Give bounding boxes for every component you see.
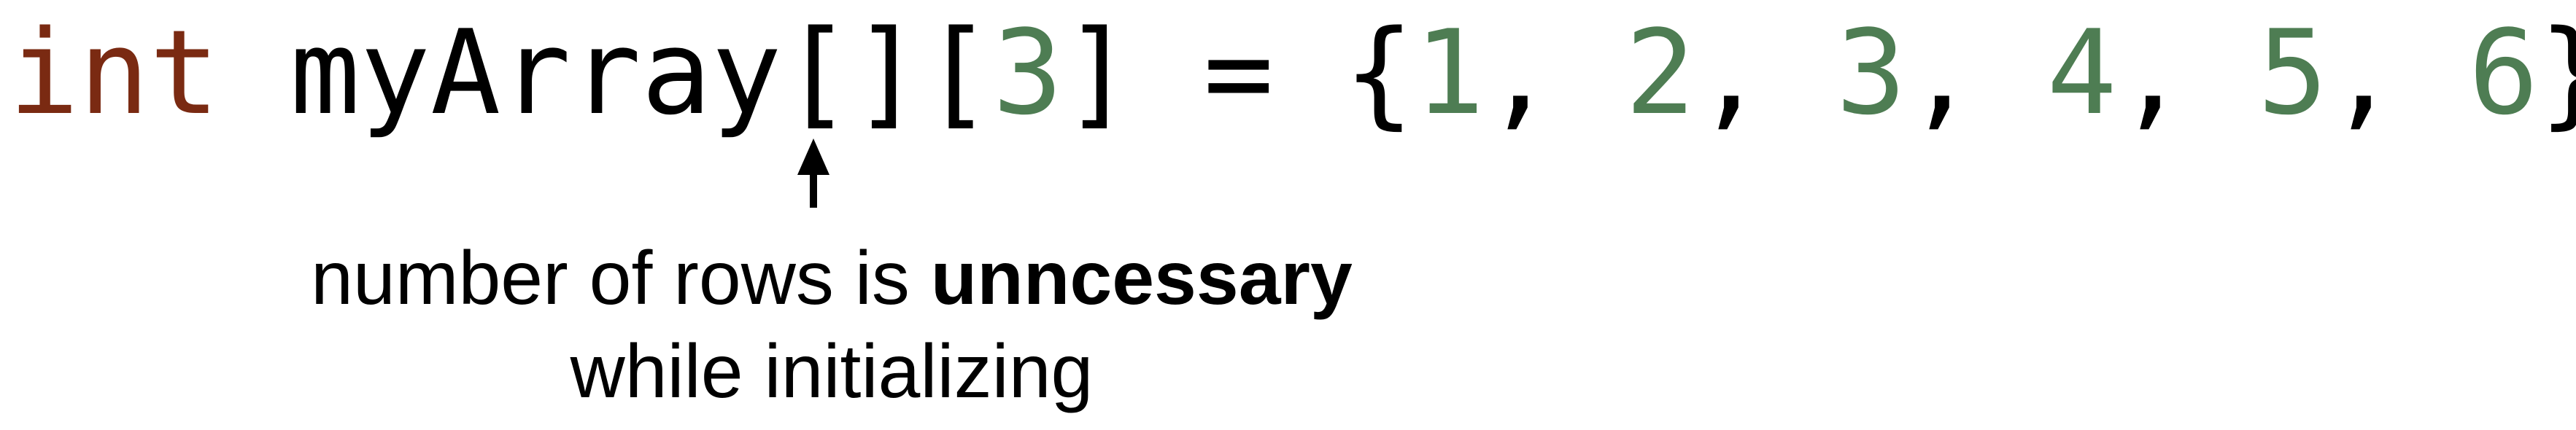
annotation-prefix: number of rows is bbox=[311, 236, 931, 321]
array-identifier: myArray bbox=[290, 4, 782, 141]
value-5: 5 bbox=[2257, 4, 2328, 141]
separator: , bbox=[1695, 4, 1836, 141]
separator: , bbox=[1906, 4, 2047, 141]
annotation-text: number of rows is unncessary while initi… bbox=[102, 232, 1561, 418]
separator: , bbox=[1484, 4, 1625, 141]
annotation-bold-word: unncessary bbox=[930, 236, 1353, 321]
up-arrow-icon bbox=[797, 138, 829, 208]
value-6: 6 bbox=[2468, 4, 2539, 141]
separator: , bbox=[2116, 4, 2258, 141]
value-3: 3 bbox=[1836, 4, 1906, 141]
column-size: 3 bbox=[992, 4, 1063, 141]
code-statement: int myArray[][3] = {1, 2, 3, 4, 5, 6}; bbox=[9, 0, 2576, 146]
closing-brace-semicolon: }; bbox=[2539, 4, 2576, 141]
separator: , bbox=[2327, 4, 2469, 141]
annotation-line-1: number of rows is unncessary bbox=[102, 232, 1561, 325]
keyword-int: int bbox=[9, 4, 220, 141]
assign-open-brace: ] = { bbox=[1062, 4, 1415, 141]
annotation-line-2: while initializing bbox=[570, 329, 1094, 414]
empty-row-brackets: [] bbox=[781, 4, 923, 141]
value-4: 4 bbox=[2046, 4, 2117, 141]
value-2: 2 bbox=[1625, 4, 1695, 141]
value-1: 1 bbox=[1414, 4, 1485, 141]
column-open-bracket: [ bbox=[922, 4, 993, 141]
